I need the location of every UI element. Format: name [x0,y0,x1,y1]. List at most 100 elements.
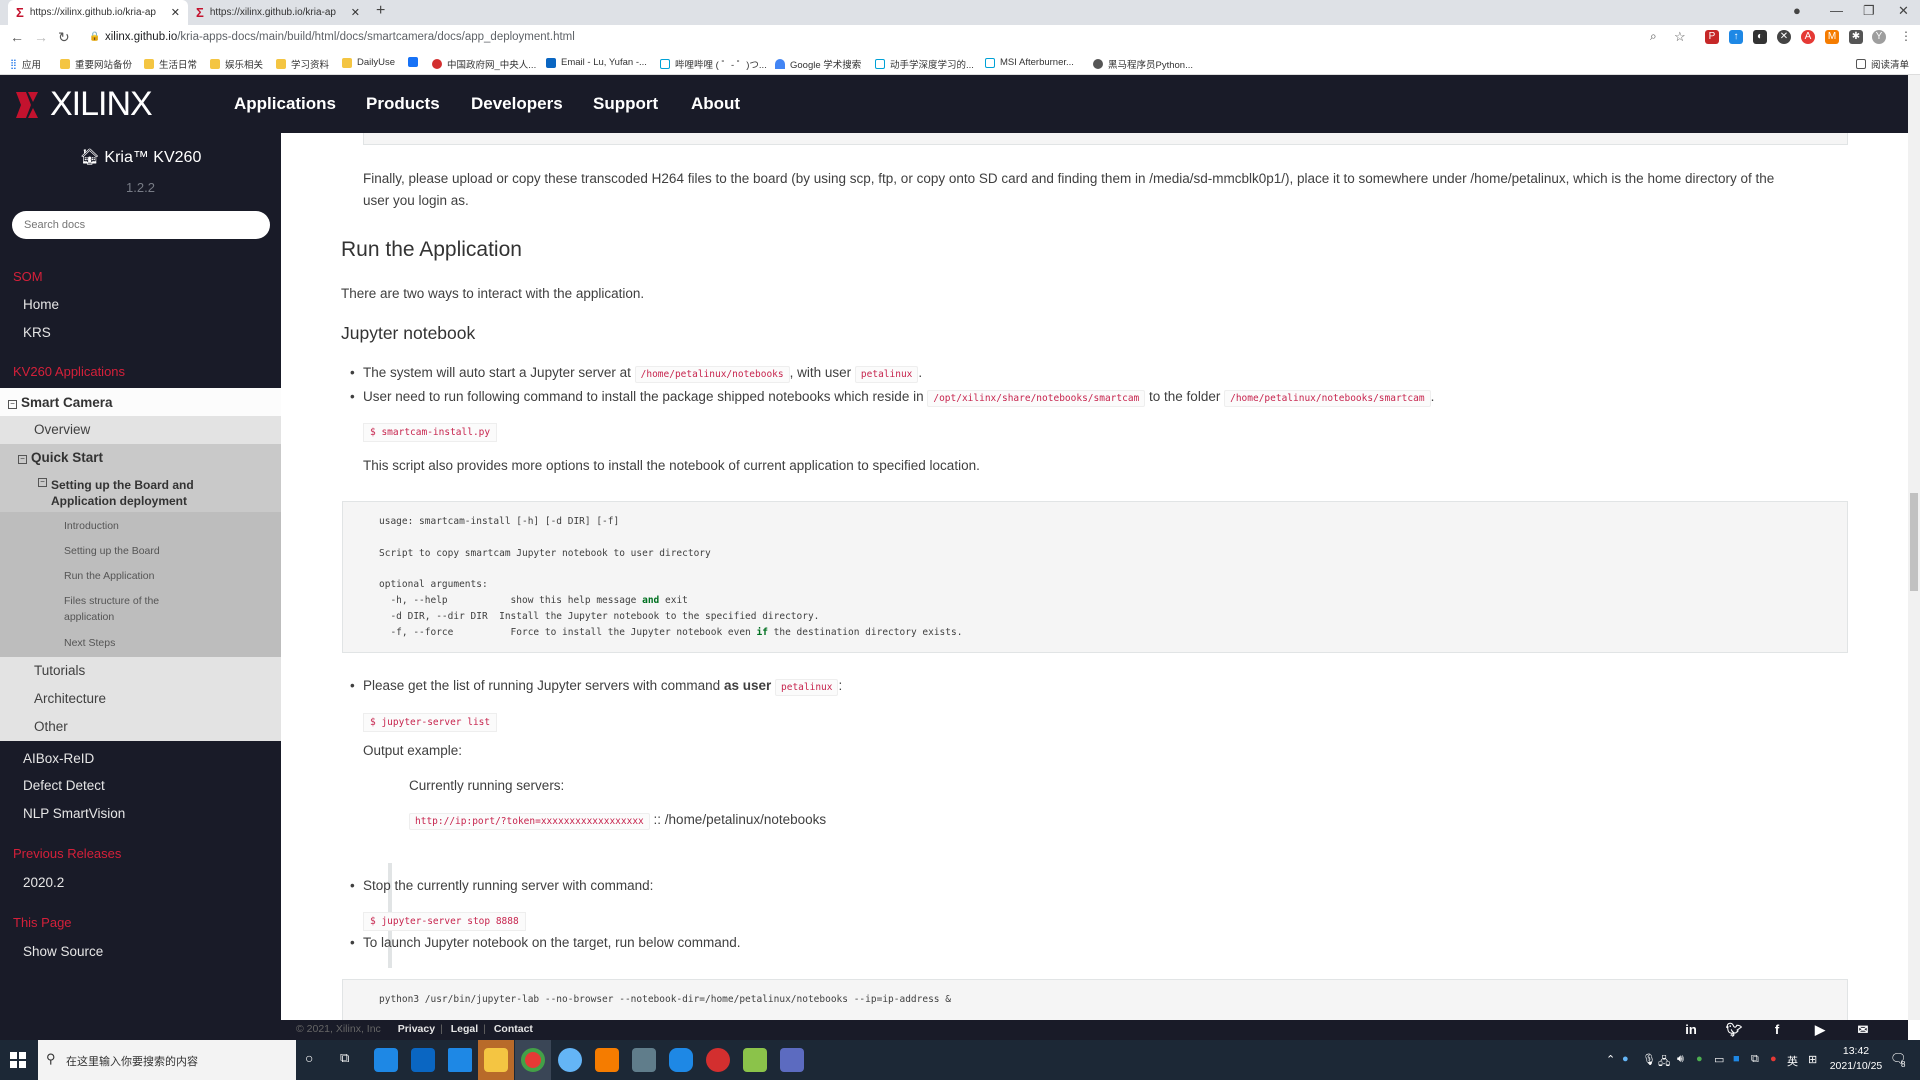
sidebar-item-other[interactable]: Other [0,713,281,741]
bookmark-email[interactable]: Email - Lu, Yufan -... [546,57,647,68]
cortana-icon[interactable]: ○ [305,1050,313,1066]
bookmark-star-icon[interactable]: ☆ [1674,29,1686,45]
sidebar-item-krs[interactable]: KRS [23,325,51,340]
task-view-icon[interactable]: ⧉ [340,1050,349,1066]
metamask-icon[interactable]: M [1825,30,1839,44]
youtube-icon[interactable]: ▶ [1800,1020,1840,1040]
browser-tab-1[interactable]: Σ https://xilinx.github.io/kria-ap ✕ [8,0,188,25]
sidebar-item-defect-detect[interactable]: Defect Detect [23,778,105,793]
url-field[interactable]: xilinx.github.io/kria-apps-docs/main/bui… [105,31,575,43]
nav-developers[interactable]: Developers [471,94,563,114]
network-icon[interactable]: 🖧 [1658,1053,1670,1072]
sidebar-item-aibox-reid[interactable]: AIBox-ReID [23,751,94,766]
facebook-icon[interactable]: f [1757,1020,1797,1040]
profile-menu-icon[interactable]: ● [1793,3,1801,18]
bookmark-google-scholar[interactable]: Google 学术搜索 [775,57,861,71]
sidebar-item-home[interactable]: Home [23,297,59,312]
sidebar-item-architecture[interactable]: Architecture [0,685,281,713]
minimize-icon[interactable]: — [1830,3,1843,18]
extension-icon[interactable]: P [1705,30,1719,44]
taskbar-search-input[interactable]: ⚲ 在这里输入你要搜索的内容 [38,1040,296,1080]
xilinx-logo[interactable]: XILINX [14,85,153,124]
bookmark-apps[interactable]: ⣿ 应用 [10,57,41,72]
windows-start-icon[interactable] [10,1052,26,1068]
ime-indicator[interactable]: 英 [1787,1053,1798,1069]
back-icon[interactable]: ← [10,29,24,45]
wechat-icon[interactable]: ● [1696,1053,1703,1065]
sidebar-home-link[interactable]: 🏠︎ Kria™ KV260 [0,147,281,167]
search-docs-input[interactable] [12,211,270,239]
bookmark-bilibili[interactable]: 哔哩哔哩 ( ゜- ゜)つ... [660,57,767,71]
bookmark-gov[interactable]: 中国政府网_中央人... [432,57,536,71]
footer-link-legal[interactable]: Legal [451,1023,478,1035]
adblock-icon[interactable]: A [1801,30,1815,44]
app-icon[interactable] [595,1048,619,1072]
sidebar-item-nlp-smartvision[interactable]: NLP SmartVision [23,806,125,821]
tray-expand-icon[interactable]: ⌃ [1606,1053,1615,1066]
app-icon[interactable] [374,1048,398,1072]
sidebar-item-run-application[interactable]: Run the Application [64,568,281,593]
forward-icon[interactable]: → [34,29,48,45]
app-icon[interactable] [743,1048,767,1072]
collapse-icon[interactable]: − [8,400,17,409]
nav-support[interactable]: Support [593,94,658,114]
bookmark-folder[interactable]: 生活日常 [144,57,197,71]
volume-icon[interactable]: 🔊︎ [1677,1053,1684,1066]
sidebar-item-2020-2[interactable]: 2020.2 [23,875,64,890]
app-icon[interactable] [780,1048,804,1072]
linkedin-icon[interactable]: in [1671,1020,1711,1040]
zoom-app-icon[interactable] [669,1048,693,1072]
bookmark-d2l[interactable]: 动手学深度学习的... [875,57,974,71]
bookmark-python[interactable]: 黑马程序员Python... [1093,57,1193,71]
microphone-icon[interactable]: 🎙︎ [1642,1053,1656,1066]
sidebar-item-next-steps[interactable]: Next Steps [64,635,281,651]
bookmark-msi[interactable]: MSI Afterburner... [985,57,1074,68]
sidebar-item-quick-start[interactable]: − Quick Start [0,444,281,472]
collapse-icon[interactable]: − [18,455,27,464]
sidebar-item-setting-up-board[interactable]: Setting up the Board [64,543,281,568]
bookmark-folder[interactable]: DailyUse [342,57,395,68]
vscode-app-icon[interactable] [448,1048,472,1072]
bookmark-zhihu[interactable] [408,57,423,67]
sidebar-item-smart-camera[interactable]: − Smart Camera [0,388,281,416]
extension-icon[interactable]: ✕ [1777,30,1791,44]
scrollbar-thumb[interactable] [1910,493,1918,591]
sidebar-item-tutorials[interactable]: Tutorials [0,657,281,685]
nav-applications[interactable]: Applications [234,94,336,114]
page-scrollbar[interactable] [1908,75,1920,1020]
close-tab-icon[interactable]: ✕ [171,6,180,19]
nav-products[interactable]: Products [366,94,440,114]
tray-app-icon[interactable]: ■ [1733,1053,1740,1065]
bookmark-folder[interactable]: 娱乐相关 [210,57,263,71]
profile-avatar-icon[interactable]: Y [1872,30,1886,44]
nav-about[interactable]: About [691,94,740,114]
reload-icon[interactable]: ↻ [58,29,70,46]
tray-app-icon[interactable]: ⧉ [1751,1053,1759,1066]
browser-menu-icon[interactable]: ⋮ [1900,29,1912,43]
app-icon[interactable] [558,1048,582,1072]
tray-app-icon[interactable]: ● [1622,1053,1629,1065]
sidebar-item-introduction[interactable]: Introduction [64,518,281,543]
close-tab-icon[interactable]: ✕ [351,6,360,19]
browser-tab-2[interactable]: Σ https://xilinx.github.io/kria-ap ✕ [188,0,368,25]
qq-icon[interactable]: ● [1770,1053,1777,1065]
system-clock[interactable]: 13:42 2021/10/25 [1826,1044,1886,1074]
extension-icon[interactable]: ◐ [1753,30,1767,44]
footer-link-contact[interactable]: Contact [494,1023,533,1035]
zoom-icon[interactable]: ⌕ [1650,29,1657,44]
new-tab-button[interactable]: + [376,2,385,20]
sidebar-item-setup-deploy[interactable]: − Setting up the Board and Application de… [0,472,281,512]
footer-link-privacy[interactable]: Privacy [398,1023,435,1035]
twitter-icon[interactable]: 🐦︎ [1714,1020,1754,1040]
extension-icon[interactable]: ↑ [1729,30,1743,44]
close-window-icon[interactable]: ✕ [1898,3,1909,19]
app-icon[interactable] [632,1048,656,1072]
sidebar-item-show-source[interactable]: Show Source [23,944,103,959]
extensions-puzzle-icon[interactable]: ✱ [1849,30,1863,44]
email-icon[interactable]: ✉ [1843,1020,1883,1040]
collapse-icon[interactable]: − [38,478,47,487]
outlook-app-icon[interactable] [411,1048,435,1072]
restore-icon[interactable]: ❐ [1863,3,1875,19]
reading-list[interactable]: 阅读清单 [1856,57,1909,71]
sidebar-item-overview[interactable]: Overview [0,416,281,444]
